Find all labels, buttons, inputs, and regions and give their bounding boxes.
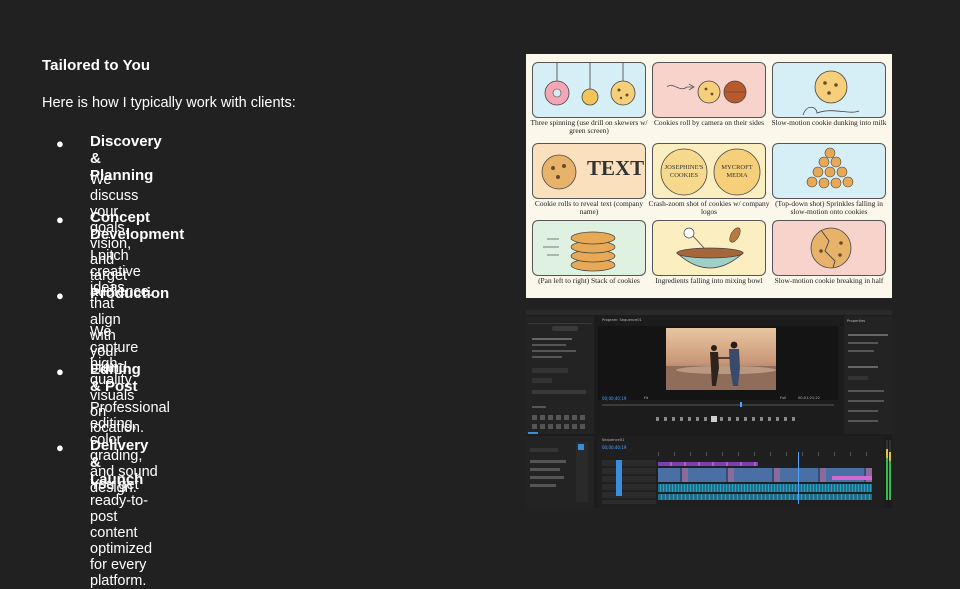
timeline-timecode: 00;00;40;19 bbox=[602, 445, 627, 450]
step-title: Concept Development bbox=[90, 209, 185, 243]
duration-timecode: 00;01;21;22 bbox=[798, 396, 820, 400]
bullet-icon: ● bbox=[56, 136, 64, 151]
audio-clip-a2[interactable] bbox=[658, 494, 872, 500]
slide-heading: Tailored to You bbox=[42, 57, 151, 74]
storyboard-panel: JOSEPHINE'S COOKIES MYCROFT MEDIA bbox=[652, 143, 766, 199]
panel-text-word: TEXT bbox=[587, 156, 645, 180]
storyboard-caption: (Top-down shot) Sprinkles falling in slo… bbox=[775, 199, 883, 217]
properties-panel: Properties bbox=[844, 316, 892, 434]
audio-clip-a1[interactable] bbox=[658, 484, 872, 492]
storyboard-panel bbox=[532, 220, 646, 276]
step-title: Editing & Post bbox=[90, 361, 141, 395]
storyboard-caption: Three spinning (use drill on skewers w/ … bbox=[530, 118, 648, 136]
video-clip-v2[interactable] bbox=[658, 462, 758, 466]
play-icon[interactable] bbox=[711, 416, 717, 422]
timeline-ruler[interactable] bbox=[658, 452, 880, 456]
logo-left-line: COOKIES bbox=[669, 171, 699, 179]
logo-left-line: JOSEPHINE'S bbox=[664, 164, 704, 171]
video-editor-screenshot: Program: Sequence01 00;00;40;19 Fit Full… bbox=[526, 310, 892, 508]
tools-strip[interactable] bbox=[576, 442, 588, 502]
storyboard-caption: Crash-zoom shot of cookies w/ company lo… bbox=[648, 199, 770, 217]
playhead-marker[interactable] bbox=[740, 402, 742, 407]
spinning-cookies-illustration bbox=[544, 63, 636, 106]
audio-meter-left bbox=[886, 440, 888, 500]
storyboard-caption: Slow-motion cookie dunking into milk bbox=[771, 118, 887, 127]
storyboard-panel bbox=[652, 62, 766, 118]
selection-tool-icon[interactable] bbox=[578, 444, 584, 450]
bullet-icon: ● bbox=[56, 440, 64, 455]
storyboard-panel bbox=[652, 220, 766, 276]
broken-cookie-illustration bbox=[810, 227, 852, 269]
timeline-playhead[interactable] bbox=[798, 452, 799, 504]
mixing-bowl-illustration bbox=[675, 227, 745, 269]
sprinkled-cookies-illustration bbox=[806, 147, 854, 189]
bullet-icon: ● bbox=[56, 288, 64, 303]
program-monitor-title: Program: Sequence01 bbox=[602, 318, 642, 322]
storyboard-panel bbox=[772, 143, 886, 199]
storyboard-caption: Cookies roll by camera on their sides bbox=[653, 118, 764, 127]
storyboard-caption: Slow-motion cookie breaking in half bbox=[774, 276, 884, 285]
cookie-stack-illustration bbox=[543, 231, 616, 272]
couple-beach-frame bbox=[666, 328, 776, 390]
timeline-title: Sequence01 bbox=[602, 438, 625, 442]
step-description: You get ready-to-post content optimized … bbox=[90, 477, 153, 589]
storyboard-image: Three spinning (use drill on skewers w/ … bbox=[526, 54, 892, 298]
program-timecode: 00;00;40;19 bbox=[602, 396, 627, 401]
storyboard-caption: Ingredients falling into mixing bowl bbox=[655, 276, 763, 285]
audio-meter-right bbox=[889, 440, 891, 500]
step-title: Production bbox=[90, 285, 170, 302]
video-preview bbox=[666, 328, 776, 390]
logo-right-line: MYCROFT bbox=[721, 164, 753, 171]
slide-intro: Here is how I typically work with client… bbox=[42, 95, 296, 111]
logo-right-line: MEDIA bbox=[726, 171, 748, 179]
storyboard-caption: (Pan left to right) Stack of cookies bbox=[538, 276, 640, 285]
zoom-select[interactable]: Fit bbox=[644, 396, 648, 400]
storyboard-panel bbox=[772, 62, 886, 118]
bullet-icon: ● bbox=[56, 364, 64, 379]
editor-topbar bbox=[526, 310, 892, 315]
dunking-cookie-illustration bbox=[802, 70, 860, 116]
bullet-icon: ● bbox=[56, 212, 64, 227]
rolling-cookies-illustration bbox=[666, 80, 747, 104]
slide: Tailored to You Here is how I typically … bbox=[0, 0, 960, 589]
storyboard-panel bbox=[772, 220, 886, 276]
effect-controls-panel bbox=[526, 316, 594, 434]
storyboard-panel bbox=[532, 62, 646, 118]
track-headers bbox=[602, 460, 656, 504]
storyboard-panel: TEXT bbox=[532, 143, 646, 199]
storyboard-caption: Cookie rolls to reveal text (company nam… bbox=[534, 199, 644, 217]
transport-controls[interactable] bbox=[656, 417, 796, 421]
resolution-select[interactable]: Full bbox=[780, 396, 786, 400]
properties-title: Properties bbox=[847, 319, 866, 323]
playhead-scrubber[interactable] bbox=[602, 404, 834, 406]
timeline-panel: Sequence01 00;00;40;19 bbox=[598, 436, 884, 508]
